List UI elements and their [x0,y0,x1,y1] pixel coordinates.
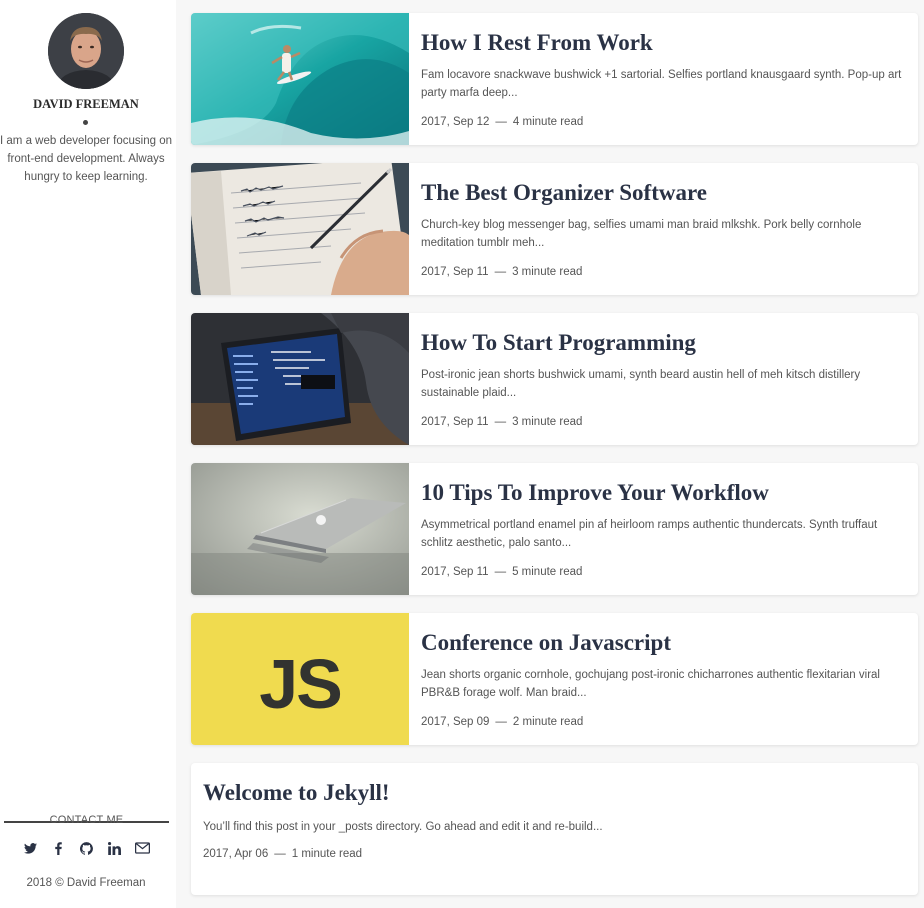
post-card[interactable]: Welcome to Jekyll! You’ll find this post… [191,763,918,895]
linkedin-icon[interactable] [106,840,122,856]
post-excerpt: Church-key blog messenger bag, selfies u… [421,219,862,249]
author-bio: I am a web developer focusing on front-e… [0,135,172,183]
copyright: 2018 © David Freeman [26,877,146,889]
post-excerpt: Post-ironic jean shorts bushwick umami, … [421,369,861,399]
meta-separator: — [494,566,507,578]
post-meta: 2017, Sep 11 — 5 minute read [421,566,582,578]
post-read-time: 5 minute read [512,566,583,578]
post-read-time: 2 minute read [512,716,584,728]
post-thumbnail-surfer[interactable] [191,13,409,145]
post-read-time: 3 minute read [512,416,583,428]
post-date: 2017, Sep 11 [421,266,489,278]
social-links [0,840,172,856]
post-body: How I Rest From Work Fam locavore snackw… [409,13,918,145]
post-date: 2017, Sep 11 [421,416,489,428]
post-read-time: 1 minute read [291,848,363,860]
post-thumbnail-macbook[interactable] [191,463,409,595]
post-meta: 2017, Sep 11 — 3 minute read [421,416,582,428]
post-meta: 2017, Apr 06 — 1 minute read [203,848,362,860]
post-read-time: 3 minute read [512,266,583,278]
author-name: DAVID FREEMAN [33,97,139,111]
post-excerpt: Jean shorts organic cornhole, gochujang … [421,669,880,699]
post-excerpt: You’ll find this post in your _posts dir… [203,821,603,833]
meta-separator: — [494,416,507,428]
js-logo-text: JS [259,645,343,723]
post-card[interactable]: 10 Tips To Improve Your Workflow Asymmet… [191,463,918,595]
post-card[interactable]: JS Conference on Javascript Jean shorts … [191,613,918,745]
meta-separator: — [494,266,507,278]
post-thumbnail-js-logo[interactable]: JS [191,613,409,745]
divider-dot [83,120,88,125]
post-excerpt: Fam locavore snackwave bushwick +1 sarto… [421,69,902,99]
post-card[interactable]: How To Start Programming Post-ironic jea… [191,313,918,445]
post-body: How To Start Programming Post-ironic jea… [409,313,918,445]
post-card[interactable]: How I Rest From Work Fam locavore snackw… [191,13,918,145]
post-thumbnail-notebook[interactable] [191,163,409,295]
post-title[interactable]: How I Rest From Work [421,28,906,58]
post-title[interactable]: Welcome to Jekyll! [203,778,906,808]
post-body: 10 Tips To Improve Your Workflow Asymmet… [409,463,918,595]
meta-separator: — [274,848,286,860]
post-body: The Best Organizer Software Church-key b… [409,163,918,295]
post-title[interactable]: 10 Tips To Improve Your Workflow [421,478,906,508]
post-thumbnail-laptop-code[interactable] [191,313,409,445]
post-title[interactable]: How To Start Programming [421,328,906,358]
contact-title-label: CONTACT ME [49,814,124,826]
meta-separator: — [495,716,507,728]
post-title[interactable]: The Best Organizer Software [421,178,906,208]
post-date: 2017, Apr 06 [203,848,269,860]
meta-separator: — [495,116,507,128]
post-card[interactable]: The Best Organizer Software Church-key b… [191,163,918,295]
post-meta: 2017, Sep 09 — 2 minute read [421,716,583,728]
post-body: Welcome to Jekyll! You’ll find this post… [191,763,918,895]
post-date: 2017, Sep 09 [421,716,490,728]
post-title[interactable]: Conference on Javascript [421,628,906,658]
post-meta: 2017, Sep 12 — 4 minute read [421,116,583,128]
facebook-icon[interactable] [50,840,66,856]
avatar[interactable] [48,13,124,89]
contact-title: CONTACT ME [4,814,169,826]
post-date: 2017, Sep 11 [421,566,489,578]
post-meta: 2017, Sep 11 — 3 minute read [421,266,582,278]
post-body: Conference on Javascript Jean shorts org… [409,613,918,745]
twitter-icon[interactable] [22,840,38,856]
sidebar: DAVID FREEMAN I am a web developer focus… [0,0,176,908]
email-icon[interactable] [134,840,150,856]
post-read-time: 4 minute read [512,116,584,128]
github-icon[interactable] [78,840,94,856]
post-date: 2017, Sep 12 [421,116,490,128]
post-excerpt: Asymmetrical portland enamel pin af heir… [421,519,878,549]
